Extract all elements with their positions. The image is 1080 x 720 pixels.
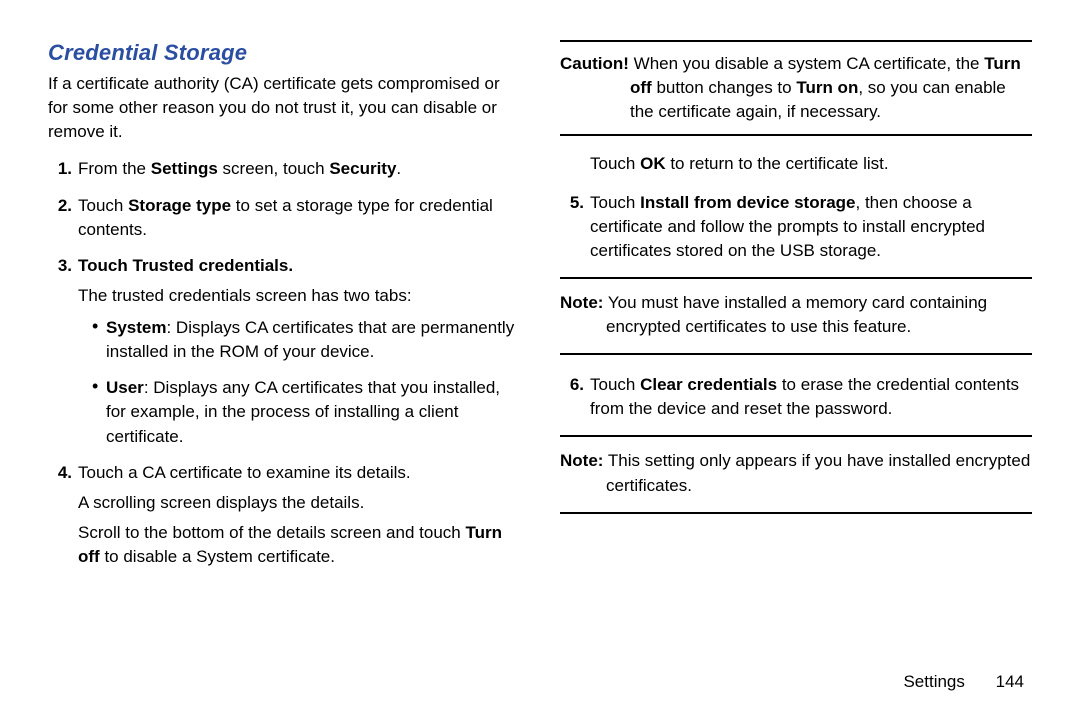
step-text: Touch Install from device storage, then … — [590, 193, 985, 260]
touch-ok-line: Touch OK to return to the certificate li… — [590, 152, 1032, 176]
caution-label: Caution! — [560, 54, 629, 73]
bullet-user: User: Displays any CA certificates that … — [92, 376, 520, 448]
step-number: 3. — [48, 254, 78, 278]
step-text: Touch Clear credentials to erase the cre… — [590, 375, 1019, 418]
note-label: Note: — [560, 293, 603, 312]
footer-page-number: 144 — [996, 672, 1024, 692]
note-label: Note: — [560, 451, 603, 470]
step-text: Touch Storage type to set a storage type… — [78, 196, 493, 239]
step-text-bold: Touch Trusted credentials. — [78, 256, 293, 275]
step-4: 4. Touch a CA certificate to examine its… — [72, 461, 520, 570]
step-3-subtext: The trusted credentials screen has two t… — [78, 284, 520, 308]
caution-block: Caution! When you disable a system CA ce… — [560, 40, 1032, 136]
step-3: 3. Touch Trusted credentials. The truste… — [72, 254, 520, 449]
left-steps-list: 1. From the Settings screen, touch Secur… — [48, 157, 520, 569]
section-heading: Credential Storage — [48, 40, 520, 66]
step-4-line3: Scroll to the bottom of the details scre… — [78, 521, 520, 569]
right-steps-list-6: 6. Touch Clear credentials to erase the … — [560, 373, 1032, 421]
step-4-line2: A scrolling screen displays the details. — [78, 491, 520, 515]
step-number: 4. — [48, 461, 78, 485]
footer-section: Settings — [903, 672, 964, 691]
left-column: Credential Storage If a certificate auth… — [48, 40, 520, 581]
step-2: 2. Touch Storage type to set a storage t… — [72, 194, 520, 242]
step-4-line1: Touch a CA certificate to examine its de… — [78, 463, 411, 482]
step-1: 1. From the Settings screen, touch Secur… — [72, 157, 520, 181]
right-column: Caution! When you disable a system CA ce… — [560, 40, 1032, 581]
step-number: 1. — [48, 157, 78, 181]
manual-page: Credential Storage If a certificate auth… — [0, 0, 1080, 720]
note-block-1: Note: You must have installed a memory c… — [560, 277, 1032, 355]
step-text: From the Settings screen, touch Security… — [78, 159, 401, 178]
note-block-2: Note: This setting only appears if you h… — [560, 435, 1032, 513]
two-column-layout: Credential Storage If a certificate auth… — [48, 40, 1032, 581]
step-number: 6. — [560, 373, 590, 397]
step-6: 6. Touch Clear credentials to erase the … — [584, 373, 1032, 421]
step-5: 5. Touch Install from device storage, th… — [584, 191, 1032, 263]
page-footer: Settings 144 — [903, 672, 1024, 692]
step-3-bullets: System: Displays CA certificates that ar… — [78, 316, 520, 449]
step-number: 5. — [560, 191, 590, 215]
intro-paragraph: If a certificate authority (CA) certific… — [48, 72, 520, 143]
right-steps-list-5: 5. Touch Install from device storage, th… — [560, 191, 1032, 263]
bullet-system: System: Displays CA certificates that ar… — [92, 316, 520, 364]
step-number: 2. — [48, 194, 78, 218]
